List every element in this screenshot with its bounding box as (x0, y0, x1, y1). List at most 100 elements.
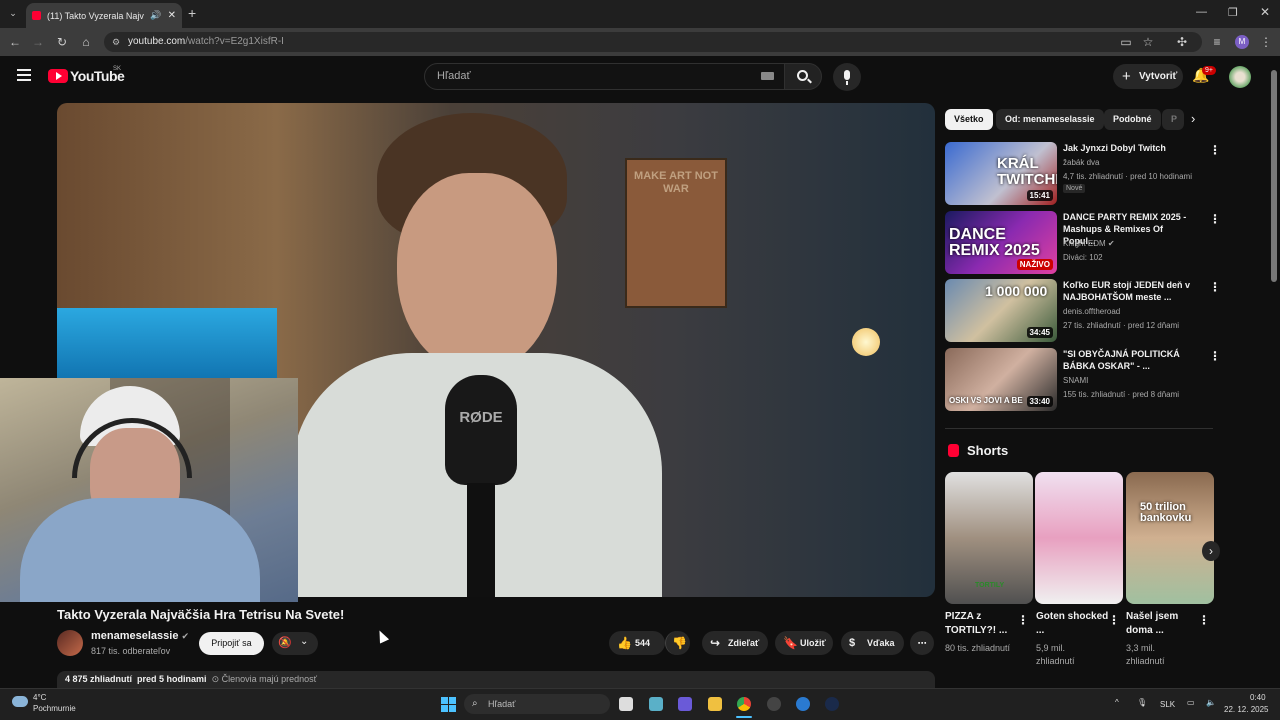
video-thumbnail[interactable]: OSKI VS JOVI A BE 33:40 (945, 348, 1057, 411)
webcam-overlay (0, 378, 298, 602)
keyboard-icon[interactable] (761, 72, 774, 80)
extensions-icon[interactable]: ✣ (1175, 35, 1189, 49)
video-thumbnail[interactable]: 1 000 000 34:45 (945, 279, 1057, 342)
recommended-video[interactable]: DANCE REMIX 2025 NAŽIVO DANCE PARTY REMI… (945, 211, 1221, 275)
chips-next-chevron-icon[interactable]: › (1191, 111, 1195, 126)
more-vertical-icon[interactable]: ⋮ (1209, 213, 1221, 225)
channel-name[interactable]: menameselassie ✔ (91, 630, 189, 642)
chrome-icon[interactable] (737, 697, 751, 711)
mic-handle (467, 483, 495, 597)
recommended-video[interactable]: 1 000 000 34:45 Koľko EUR stojí JEDEN de… (945, 279, 1221, 343)
site-info-icon[interactable]: ⚙ (112, 32, 120, 52)
new-tab-icon[interactable]: + (188, 6, 202, 20)
channel-avatar[interactable] (57, 630, 83, 656)
teams-icon[interactable] (678, 697, 692, 711)
chip-all[interactable]: Všetko (945, 109, 993, 130)
more-horizontal-icon: ⋯ (917, 638, 927, 648)
short-title[interactable]: Goten shocked ... (1036, 610, 1112, 638)
taskbar-search-text: Hľadať (488, 699, 516, 709)
network-icon[interactable]: ▭ (1187, 698, 1195, 707)
dislike-button[interactable]: 👎 (665, 631, 690, 655)
back-icon[interactable]: ← (8, 35, 22, 49)
short-title[interactable]: Našel jsem doma ... (1126, 610, 1202, 638)
windows-start-icon[interactable] (441, 697, 456, 712)
short-thumbnail[interactable]: 50 trilion bankovku (1126, 472, 1214, 604)
steam-icon[interactable] (825, 697, 839, 711)
speaker-icon[interactable]: 🔊 (150, 10, 161, 21)
poster-text: MAKE ART NOT WAR (634, 170, 718, 195)
tray-chevron-icon[interactable]: ^ (1115, 698, 1119, 707)
share-button[interactable]: ↪ Zdieľať (702, 631, 768, 655)
close-window-icon[interactable]: ✕ (1260, 5, 1270, 19)
file-explorer-icon[interactable] (708, 697, 722, 711)
restore-icon[interactable]: ❐ (1228, 6, 1238, 19)
create-button[interactable]: + Vytvoriť (1113, 64, 1183, 89)
more-vertical-icon[interactable]: ⋮ (1209, 281, 1221, 293)
hamburger-menu-icon[interactable] (17, 69, 31, 81)
video-thumbnail[interactable]: DANCE REMIX 2025 NAŽIVO (945, 211, 1057, 274)
description-box[interactable]: 4 875 zhliadnutí pred 5 hodinami ⊙ Členo… (57, 671, 935, 688)
more-actions-button[interactable]: ⋯ (910, 631, 934, 655)
home-icon[interactable]: ⌂ (79, 35, 93, 49)
more-vertical-icon[interactable]: ⋮ (1209, 350, 1221, 362)
page-scrollbar[interactable] (1271, 70, 1277, 282)
recommended-video[interactable]: OSKI VS JOVI A BE 33:40 "SI OBYČAJNÁ POL… (945, 348, 1221, 412)
profile-avatar[interactable]: M (1235, 35, 1249, 49)
more-vertical-icon[interactable]: ⋮ (1108, 613, 1120, 627)
reading-list-icon[interactable]: ≡ (1210, 35, 1224, 49)
app-icon[interactable] (796, 697, 810, 711)
chip-more[interactable]: P (1162, 109, 1184, 130)
members-first-text: Členovia majú prednosť (221, 674, 318, 684)
short-thumbnail[interactable] (1035, 472, 1123, 604)
thanks-button[interactable]: $ Vďaka (841, 631, 904, 655)
chip-related[interactable]: Podobné (1104, 109, 1161, 130)
account-avatar[interactable] (1229, 66, 1251, 88)
app-icon[interactable] (767, 697, 781, 711)
weather-temperature: 4°C (33, 693, 47, 702)
widgets-icon[interactable] (649, 697, 663, 711)
youtube-favicon-icon (32, 11, 41, 20)
shorts-icon (948, 444, 959, 457)
youtube-logo-icon[interactable] (48, 69, 68, 83)
clock-time[interactable]: 0:40 (1250, 693, 1266, 702)
browser-menu-icon[interactable]: ⋮ (1259, 35, 1273, 49)
short-thumbnail[interactable]: TORTILY (945, 472, 1033, 604)
language-indicator[interactable]: SLK (1160, 700, 1175, 709)
close-tab-icon[interactable]: ✕ (168, 10, 176, 21)
clock-date[interactable]: 22. 12. 2025 (1224, 705, 1268, 714)
channel-name[interactable]: žabák dva (1063, 158, 1099, 167)
like-button[interactable]: 👍 544 (609, 631, 665, 655)
chip-from-channel[interactable]: Od: menameselassie (996, 109, 1104, 130)
save-button[interactable]: 🔖 Uložiť (775, 631, 833, 655)
short-title[interactable]: PIZZA z TORTILY?! ... (945, 610, 1021, 638)
tray-mic-icon[interactable]: 🎙 (1137, 698, 1147, 707)
forward-icon[interactable]: → (31, 35, 45, 49)
voice-search-button[interactable] (833, 63, 861, 91)
more-vertical-icon[interactable]: ⋮ (1209, 144, 1221, 156)
subscription-bell-button[interactable]: 🔕 ⌄ (272, 632, 318, 655)
recommended-video[interactable]: KRÁL TWITCHE 15:41 Jak Jynxzi Dobyl Twit… (945, 142, 1221, 206)
bookmark-star-icon[interactable]: ☆ (1141, 35, 1155, 49)
task-view-icon[interactable] (619, 697, 633, 711)
tab-search-icon[interactable]: ⌄ (6, 8, 20, 20)
cast-icon[interactable]: ▭ (1119, 35, 1133, 49)
minimize-icon[interactable]: — (1196, 6, 1207, 18)
shorts-next-chevron-icon[interactable]: › (1202, 541, 1220, 561)
thanks-label: Vďaka (867, 638, 895, 648)
channel-name[interactable]: denis.offtheroad (1063, 307, 1120, 316)
weather-cloud-icon[interactable] (12, 696, 28, 707)
video-thumbnail[interactable]: KRÁL TWITCHE 15:41 (945, 142, 1057, 205)
taskbar-search[interactable]: ⌕ Hľadať (464, 694, 610, 714)
channel-name[interactable]: SNAMI (1063, 376, 1088, 385)
more-vertical-icon[interactable]: ⋮ (1198, 613, 1210, 627)
join-button[interactable]: Pripojiť sa (199, 632, 264, 655)
search-input[interactable]: Hľadať (424, 63, 786, 90)
reload-icon[interactable]: ↻ (55, 35, 69, 49)
video-meta: 4,7 tis. zhliadnutí · pred 10 hodinami (1063, 172, 1192, 181)
channel-name[interactable]: Knight EDM ✔ (1063, 239, 1115, 248)
url-field[interactable]: ⚙ youtube.com/watch?v=E2g1XisfR-I (104, 32, 1202, 52)
search-button[interactable] (784, 63, 822, 90)
more-vertical-icon[interactable]: ⋮ (1017, 613, 1029, 627)
volume-icon[interactable]: 🔈 (1206, 698, 1216, 707)
browser-tab[interactable]: (11) Takto Vyzerala NajväčšI 🔊 ✕ (26, 3, 182, 28)
